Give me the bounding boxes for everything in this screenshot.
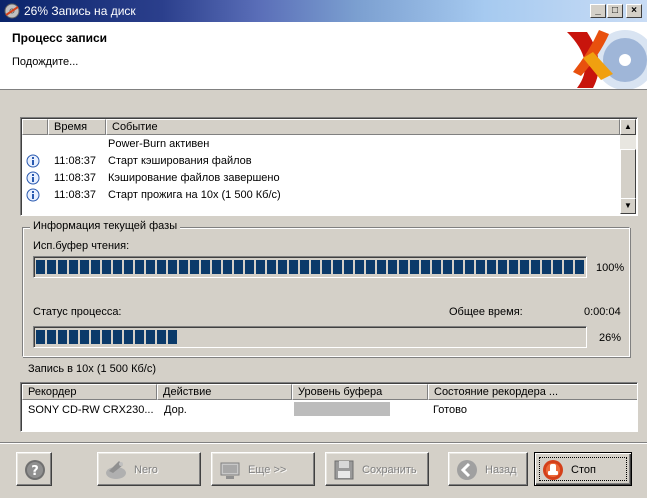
- close-icon: ×: [631, 5, 637, 16]
- info-icon: [26, 154, 40, 168]
- svg-text:?: ?: [31, 464, 39, 479]
- process-status-label: Статус процесса:: [33, 306, 122, 318]
- back-arrow-icon: [457, 460, 477, 480]
- log-col-icon[interactable]: [22, 119, 48, 135]
- log-time: 11:08:37: [54, 172, 97, 184]
- help-icon: ?: [25, 460, 45, 480]
- col-action[interactable]: Действие: [157, 384, 292, 400]
- save-button-label: Сохранить: [362, 464, 417, 476]
- arrow-down-icon: ▼: [624, 201, 632, 210]
- minimize-icon: _: [595, 5, 601, 16]
- title-bar[interactable]: 26% Запись на диск _ □ ×: [0, 0, 647, 22]
- burn-window: 26% Запись на диск _ □ × Процесс записи …: [0, 0, 647, 498]
- event-log-list[interactable]: Время Событие Power-Burn активен 11:08:3…: [20, 117, 638, 216]
- floppy-disk-icon: [334, 460, 354, 480]
- log-event: Кэширование файлов завершено: [108, 172, 280, 184]
- close-button[interactable]: ×: [626, 4, 642, 18]
- scroll-thumb[interactable]: [620, 149, 636, 199]
- stop-icon: [543, 460, 563, 480]
- maximize-icon: □: [611, 5, 619, 16]
- process-percent: 26%: [599, 332, 622, 344]
- more-button[interactable]: Еще >>: [211, 452, 315, 486]
- buffer-percent: 100%: [596, 262, 625, 274]
- stop-button-label: Стоп: [571, 464, 596, 476]
- log-row[interactable]: 11:08:37 Кэширование файлов завершено: [22, 170, 620, 187]
- recorder-buffer-bar: [294, 402, 390, 416]
- monitor-icon: [220, 462, 240, 479]
- log-event: Power-Burn активен: [108, 138, 210, 150]
- page-subtitle: Подождите...: [12, 56, 79, 68]
- recorder-table-header: Рекордер Действие Уровень буфера Состоян…: [22, 384, 637, 400]
- log-col-time[interactable]: Время: [48, 119, 106, 135]
- col-buffer-level[interactable]: Уровень буфера: [292, 384, 428, 400]
- nero-button[interactable]: Nero: [97, 452, 201, 486]
- recorder-action: Дор.: [164, 404, 187, 416]
- scroll-down-button[interactable]: ▼: [620, 198, 636, 214]
- recorder-table[interactable]: Рекордер Действие Уровень буфера Состоян…: [20, 382, 638, 432]
- footer-divider: [0, 442, 647, 444]
- nero-logo: [537, 22, 647, 89]
- scroll-up-button[interactable]: ▲: [620, 119, 636, 135]
- log-header: Время Событие: [22, 119, 620, 135]
- wizard-header: Процесс записи Подождите...: [0, 22, 647, 90]
- total-time-value: 0:00:04: [584, 306, 621, 318]
- log-event: Старт кэширования файлов: [108, 155, 252, 167]
- maximize-button[interactable]: □: [607, 4, 623, 18]
- col-recorder[interactable]: Рекордер: [22, 384, 157, 400]
- save-button[interactable]: Сохранить: [325, 452, 429, 486]
- help-button[interactable]: ?: [16, 452, 52, 486]
- nero-icon: [106, 461, 126, 479]
- stop-button[interactable]: Стоп: [534, 452, 632, 486]
- log-row[interactable]: 11:08:37 Старт кэширования файлов: [22, 153, 620, 170]
- info-icon: [26, 188, 40, 202]
- window-title: 26% Запись на диск: [24, 4, 136, 18]
- table-row[interactable]: SONY CD-RW CRX230... Дор. Готово: [22, 402, 637, 418]
- buffer-progress-bar: [33, 256, 587, 278]
- col-recorder-state[interactable]: Состояние рекордера ...: [428, 384, 637, 400]
- log-scrollbar[interactable]: ▲ ▼: [620, 119, 636, 214]
- process-progress-fill: [36, 330, 178, 344]
- log-row[interactable]: 11:08:37 Старт прожига на 10x (1 500 Кб/…: [22, 187, 620, 204]
- minimize-button[interactable]: _: [590, 4, 606, 18]
- buffer-label: Исп.буфер чтения:: [33, 240, 130, 252]
- buffer-progress-fill: [36, 260, 584, 274]
- back-button[interactable]: Назад: [448, 452, 528, 486]
- log-time: 11:08:37: [54, 155, 97, 167]
- arrow-up-icon: ▲: [624, 122, 632, 131]
- log-col-event[interactable]: Событие: [106, 119, 620, 135]
- process-progress-bar: [33, 326, 587, 348]
- recorder-name: SONY CD-RW CRX230...: [28, 404, 154, 416]
- total-time-label: Общее время:: [449, 306, 523, 318]
- page-title: Процесс записи: [12, 31, 108, 45]
- nero-button-label: Nero: [134, 464, 158, 476]
- more-button-label: Еще >>: [248, 464, 287, 476]
- log-row[interactable]: Power-Burn активен: [22, 136, 620, 153]
- app-icon: [4, 3, 20, 19]
- phase-group-title: Информация текущей фазы: [30, 220, 181, 232]
- back-button-label: Назад: [485, 464, 517, 476]
- log-time: 11:08:37: [54, 189, 97, 201]
- info-icon: [26, 171, 40, 185]
- write-speed-status: Запись в 10x (1 500 Кб/с): [28, 363, 157, 375]
- recorder-state: Готово: [433, 404, 467, 416]
- log-event: Старт прожига на 10x (1 500 Кб/с): [108, 189, 281, 201]
